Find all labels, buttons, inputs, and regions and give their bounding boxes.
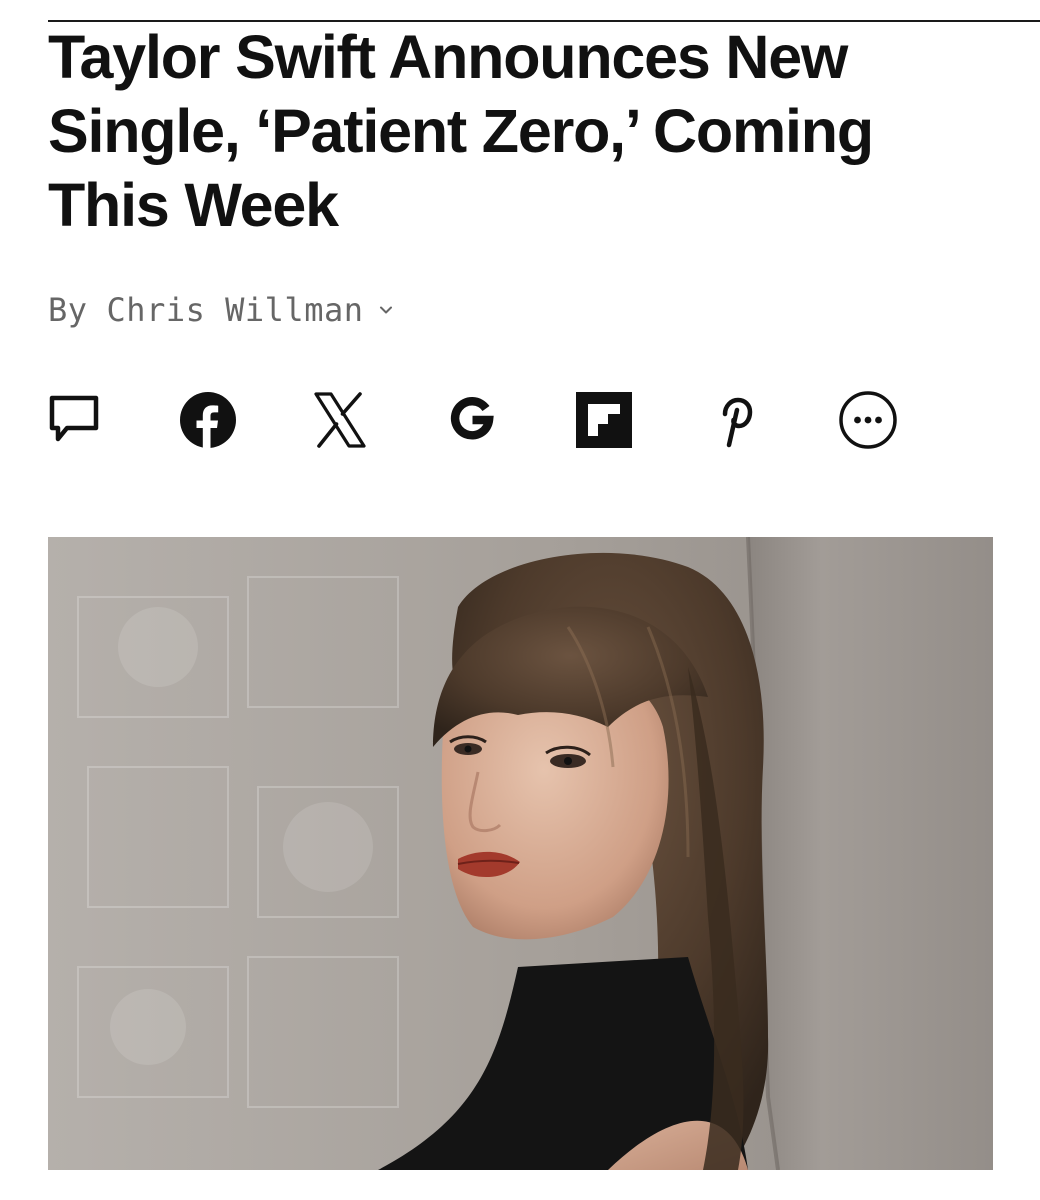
headline-line-3: This Week <box>48 171 339 239</box>
headline-line-1: Taylor Swift Announces New <box>48 23 848 91</box>
more-icon <box>838 390 898 455</box>
facebook-icon <box>179 391 237 454</box>
article-page: Taylor Swift Announces New Single, ‘Pati… <box>0 0 1040 1200</box>
more-options-button[interactable] <box>838 390 898 455</box>
x-share-button[interactable] <box>310 391 370 454</box>
hero-image <box>48 537 993 1170</box>
flipboard-share-button[interactable] <box>574 391 634 454</box>
facebook-share-button[interactable] <box>178 391 238 454</box>
headline-line-2: Single, ‘Patient Zero,’ Coming <box>48 97 874 165</box>
article-headline: Taylor Swift Announces New Single, ‘Pati… <box>48 20 988 242</box>
flipboard-icon <box>575 391 633 454</box>
byline-prefix: By <box>48 291 88 329</box>
google-share-button[interactable] <box>442 392 502 452</box>
comment-icon <box>45 391 103 454</box>
share-bar <box>48 390 908 455</box>
x-icon <box>311 391 369 454</box>
author-name[interactable]: Chris Willman <box>107 291 364 329</box>
google-icon <box>443 391 501 454</box>
byline: By Chris Willman <box>48 288 395 332</box>
chevron-down-icon[interactable] <box>377 301 395 319</box>
pinterest-icon <box>707 391 765 454</box>
pinterest-share-button[interactable] <box>706 392 766 452</box>
comment-button[interactable] <box>44 392 104 452</box>
